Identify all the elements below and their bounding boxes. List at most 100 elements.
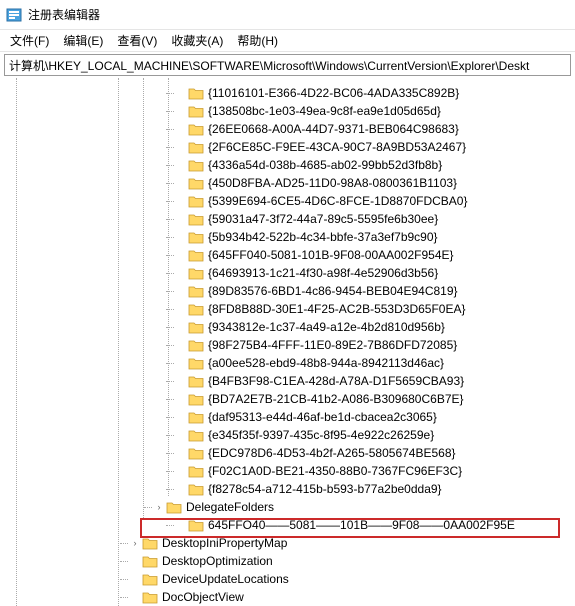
tree-item-label: {8FD8B88D-30E1-4F25-AC2B-553D3D65F0EA} — [208, 302, 465, 316]
tree-item-guid[interactable]: {11016101-E366-4D22-BC06-4ADA335C892B} — [6, 84, 575, 102]
tree-item-guid[interactable]: {EDC978D6-4D53-4b2f-A265-5805674BE568} — [6, 444, 575, 462]
folder-icon — [188, 464, 204, 478]
folder-icon — [188, 446, 204, 460]
folder-icon — [142, 590, 158, 604]
folder-icon — [188, 302, 204, 316]
tree-item-deviceupdate[interactable]: DeviceUpdateLocations — [6, 570, 575, 588]
tree-item-label: {645FF040-5081-101B-9F08-00AA002F954E} — [208, 248, 454, 262]
chevron-right-icon[interactable]: › — [152, 502, 166, 512]
tree-item-label: {BD7A2E7B-21CB-41b2-A086-B309680C6B7E} — [208, 392, 464, 406]
tree-view[interactable]: {11016101-E366-4D22-BC06-4ADA335C892B} {… — [0, 78, 575, 606]
tree-item-guid[interactable]: {645FF040-5081-101B-9F08-00AA002F954E} — [6, 246, 575, 264]
folder-icon — [188, 518, 204, 532]
tree-item-guid[interactable]: {9343812e-1c37-4a49-a12e-4b2d810d956b} — [6, 318, 575, 336]
tree-item-label: DeviceUpdateLocations — [162, 572, 289, 586]
tree-item-label: {a00ee528-ebd9-48b8-944a-8942113d46ac} — [208, 356, 444, 370]
folder-icon — [188, 374, 204, 388]
tree-item-guid[interactable]: {daf95313-e44d-46af-be1d-cbacea2c3065} — [6, 408, 575, 426]
folder-icon — [188, 230, 204, 244]
tree-item-label: {f8278c54-a712-415b-b593-b77a2be0dda9} — [208, 482, 442, 496]
tree-item-label: {F02C1A0D-BE21-4350-88B0-7367FC96EF3C} — [208, 464, 462, 478]
tree-item-docobject[interactable]: DocObjectView — [6, 588, 575, 606]
tree-item-guid[interactable]: {BD7A2E7B-21CB-41b2-A086-B309680C6B7E} — [6, 390, 575, 408]
tree-item-guid[interactable]: {4336a54d-038b-4685-ab02-99bb52d3fb8b} — [6, 156, 575, 174]
address-bar[interactable]: 计算机\HKEY_LOCAL_MACHINE\SOFTWARE\Microsof… — [4, 54, 571, 76]
tree-item-guid[interactable]: {e345f35f-9397-435c-8f95-4e922c26259e} — [6, 426, 575, 444]
regedit-icon — [6, 7, 22, 23]
tree-item-label: DesktopOptimization — [162, 554, 273, 568]
tree-item-guid[interactable]: {f8278c54-a712-415b-b593-b77a2be0dda9} — [6, 480, 575, 498]
tree-item-label: {450D8FBA-AD25-11D0-98A8-0800361B1103} — [208, 176, 457, 190]
folder-icon — [142, 554, 158, 568]
address-path: 计算机\HKEY_LOCAL_MACHINE\SOFTWARE\Microsof… — [9, 57, 529, 74]
tree-item-label: {138508bc-1e03-49ea-9c8f-ea9e1d05d65d} — [208, 104, 441, 118]
folder-icon — [188, 320, 204, 334]
menu-file[interactable]: 文件(F) — [4, 30, 55, 51]
folder-icon — [188, 248, 204, 262]
folder-icon — [188, 86, 204, 100]
folder-icon — [188, 122, 204, 136]
chevron-right-icon[interactable]: › — [128, 538, 142, 548]
tree-item-guid[interactable]: {26EE0668-A00A-44D7-9371-BEB064C98683} — [6, 120, 575, 138]
tree-item-delegatefolders[interactable]: › DelegateFolders — [6, 498, 575, 516]
tree-item-label: {98F275B4-4FFF-11E0-89E2-7B86DFD72085} — [208, 338, 457, 352]
menu-help[interactable]: 帮助(H) — [231, 30, 284, 51]
tree-item-label: {59031a47-3f72-44a7-89c5-5595fe6b30ee} — [208, 212, 438, 226]
tree-item-guid[interactable]: {a00ee528-ebd9-48b8-944a-8942113d46ac} — [6, 354, 575, 372]
tree-item-label: {4336a54d-038b-4685-ab02-99bb52d3fb8b} — [208, 158, 442, 172]
tree-item-label: DesktopIniPropertyMap — [162, 536, 287, 550]
tree-item-label: {89D83576-6BD1-4c86-9454-BEB04E94C819} — [208, 284, 458, 298]
tree-item-label: {B4FB3F98-C1EA-428d-A78A-D1F5659CBA93} — [208, 374, 464, 388]
tree-item-label: 645FFO40——5081——101B——9F08——0AA002F95E — [208, 518, 515, 532]
tree-item-guid[interactable]: {59031a47-3f72-44a7-89c5-5595fe6b30ee} — [6, 210, 575, 228]
tree-item-guid[interactable]: {89D83576-6BD1-4c86-9454-BEB04E94C819} — [6, 282, 575, 300]
tree-item-guid[interactable]: {5b934b42-522b-4c34-bbfe-37a3ef7b9c90} — [6, 228, 575, 246]
menu-favorites[interactable]: 收藏夹(A) — [165, 30, 229, 51]
tree-item-label: {e345f35f-9397-435c-8f95-4e922c26259e} — [208, 428, 434, 442]
tree-item-desktopini[interactable]: › DesktopIniPropertyMap — [6, 534, 575, 552]
tree-item-label: DocObjectView — [162, 590, 244, 604]
tree-item-label: {26EE0668-A00A-44D7-9371-BEB064C98683} — [208, 122, 459, 136]
tree-item-highlighted[interactable]: 645FFO40——5081——101B——9F08——0AA002F95E — [6, 516, 575, 534]
tree-item-desktopopt[interactable]: DesktopOptimization — [6, 552, 575, 570]
folder-icon — [188, 176, 204, 190]
menu-bar: 文件(F) 编辑(E) 查看(V) 收藏夹(A) 帮助(H) — [0, 30, 575, 52]
tree-item-guid[interactable]: {5399E694-6CE5-4D6C-8FCE-1D8870FDCBA0} — [6, 192, 575, 210]
tree-item-label: {11016101-E366-4D22-BC06-4ADA335C892B} — [208, 86, 459, 100]
tree-item-guid[interactable]: {64693913-1c21-4f30-a98f-4e52906d3b56} — [6, 264, 575, 282]
folder-icon — [142, 572, 158, 586]
folder-icon — [188, 140, 204, 154]
tree-item-label: {5399E694-6CE5-4D6C-8FCE-1D8870FDCBA0} — [208, 194, 467, 208]
folder-icon — [188, 104, 204, 118]
tree-item-guid[interactable]: {B4FB3F98-C1EA-428d-A78A-D1F5659CBA93} — [6, 372, 575, 390]
title-bar: 注册表编辑器 — [0, 0, 575, 30]
folder-icon — [188, 392, 204, 406]
folder-icon — [188, 212, 204, 226]
tree-item-label: {2F6CE85C-F9EE-43CA-90C7-8A9BD53A2467} — [208, 140, 466, 154]
tree-item-guid[interactable]: {2F6CE85C-F9EE-43CA-90C7-8A9BD53A2467} — [6, 138, 575, 156]
window-title: 注册表编辑器 — [28, 6, 100, 23]
folder-icon — [188, 410, 204, 424]
tree-item-guid[interactable]: {98F275B4-4FFF-11E0-89E2-7B86DFD72085} — [6, 336, 575, 354]
tree-item-label: {EDC978D6-4D53-4b2f-A265-5805674BE568} — [208, 446, 456, 460]
folder-icon — [188, 482, 204, 496]
tree-item-label: {64693913-1c21-4f30-a98f-4e52906d3b56} — [208, 266, 438, 280]
folder-icon — [142, 536, 158, 550]
menu-view[interactable]: 查看(V) — [111, 30, 163, 51]
folder-icon — [166, 500, 182, 514]
folder-icon — [188, 428, 204, 442]
tree-item-guid[interactable]: {450D8FBA-AD25-11D0-98A8-0800361B1103} — [6, 174, 575, 192]
folder-icon — [188, 356, 204, 370]
folder-icon — [188, 338, 204, 352]
folder-icon — [188, 284, 204, 298]
tree-item-guid[interactable]: {8FD8B88D-30E1-4F25-AC2B-553D3D65F0EA} — [6, 300, 575, 318]
tree-item-guid[interactable]: {F02C1A0D-BE21-4350-88B0-7367FC96EF3C} — [6, 462, 575, 480]
tree-item-label: {9343812e-1c37-4a49-a12e-4b2d810d956b} — [208, 320, 445, 334]
folder-icon — [188, 266, 204, 280]
menu-edit[interactable]: 编辑(E) — [57, 30, 109, 51]
folder-icon — [188, 158, 204, 172]
tree-item-label: DelegateFolders — [186, 500, 274, 514]
tree-item-label: {daf95313-e44d-46af-be1d-cbacea2c3065} — [208, 410, 437, 424]
folder-icon — [188, 194, 204, 208]
tree-item-guid[interactable]: {138508bc-1e03-49ea-9c8f-ea9e1d05d65d} — [6, 102, 575, 120]
